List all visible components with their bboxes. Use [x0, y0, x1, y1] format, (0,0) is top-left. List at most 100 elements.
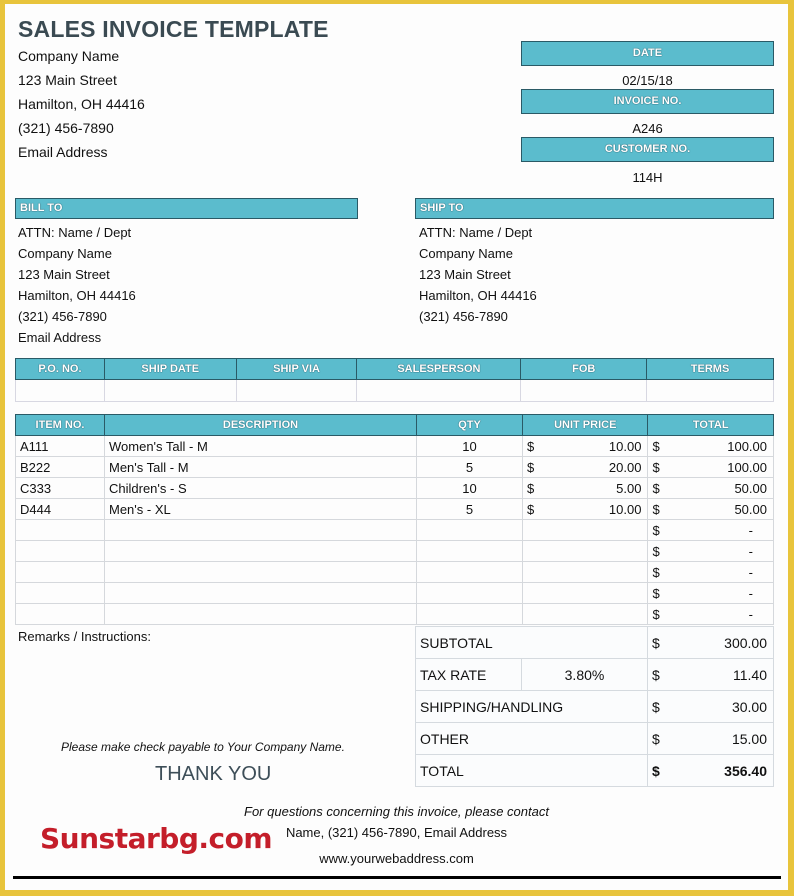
unit-price-cell[interactable]	[542, 561, 649, 583]
line-total-cell: 100.00	[667, 456, 774, 478]
company-phone: (321) 456-7890	[18, 120, 114, 136]
item-no-cell[interactable]: A111	[15, 435, 105, 457]
line-total-cell: 50.00	[667, 498, 774, 520]
fob-cell[interactable]	[520, 379, 648, 402]
ship-to-attn: ATTN: Name / Dept	[419, 225, 533, 240]
col-total: TOTAL	[647, 414, 774, 436]
item-no-cell[interactable]: D444	[15, 498, 105, 520]
total-value: 356.40	[671, 754, 774, 787]
qty-cell[interactable]	[416, 540, 523, 562]
other-value[interactable]: 15.00	[671, 722, 774, 755]
customer-no-value[interactable]: 114H	[521, 170, 774, 185]
description-cell[interactable]: Men's - XL	[104, 498, 417, 520]
item-no-cell[interactable]: C333	[15, 477, 105, 499]
qty-cell[interactable]: 5	[416, 456, 523, 478]
unit-price-cell[interactable]: 5.00	[542, 477, 649, 499]
col-terms: TERMS	[646, 358, 774, 380]
tax-row: TAX RATE 3.80% $ 11.40	[415, 658, 774, 691]
qty-cell[interactable]: 5	[416, 498, 523, 520]
line-total-cell: 50.00	[667, 477, 774, 499]
ship-to-street: 123 Main Street	[419, 267, 511, 282]
ship-via-cell[interactable]	[235, 379, 358, 402]
terms-cell[interactable]	[646, 379, 774, 402]
subtotal-currency: $	[647, 626, 672, 659]
line-items-table: ITEM NO. DESCRIPTION QTY UNIT PRICE TOTA…	[15, 414, 774, 625]
thank-you-text: THANK YOU	[155, 763, 272, 785]
po-no-cell[interactable]	[15, 379, 105, 402]
subtotal-label: SUBTOTAL	[415, 626, 648, 659]
unit-price-cell[interactable]: 20.00	[542, 456, 649, 478]
line-total-currency: $	[647, 519, 668, 541]
ship-to-phone: (321) 456-7890	[419, 309, 508, 324]
item-no-cell[interactable]	[15, 561, 105, 583]
invoice-no-value[interactable]: A246	[521, 121, 774, 136]
col-unit-price: UNIT PRICE	[521, 414, 649, 436]
unit-price-currency	[522, 603, 543, 625]
col-fob: FOB	[520, 358, 648, 380]
description-cell[interactable]: Men's Tall - M	[104, 456, 417, 478]
line-total-currency: $	[647, 456, 668, 478]
unit-price-cell[interactable]: 10.00	[542, 498, 649, 520]
bill-to-city: Hamilton, OH 44416	[18, 288, 136, 303]
unit-price-currency	[522, 519, 543, 541]
col-salesperson: SALESPERSON	[356, 358, 522, 380]
totals-table: SUBTOTAL $ 300.00 TAX RATE 3.80% $ 11.40…	[415, 626, 774, 787]
shipping-value[interactable]: 30.00	[671, 690, 774, 723]
bill-to-header: BILL TO	[15, 198, 358, 219]
subtotal-value: 300.00	[671, 626, 774, 659]
ship-to-block: ATTN: Name / Dept Company Name 123 Main …	[419, 222, 537, 327]
unit-price-currency: $	[522, 498, 543, 520]
description-cell[interactable]	[104, 519, 417, 541]
qty-cell[interactable]	[416, 582, 523, 604]
company-email: Email Address	[18, 144, 108, 160]
line-total-currency: $	[647, 603, 668, 625]
footer-divider	[13, 876, 781, 879]
unit-price-currency	[522, 561, 543, 583]
col-qty: QTY	[416, 414, 523, 436]
line-total-currency: $	[647, 561, 668, 583]
other-currency: $	[647, 722, 672, 755]
unit-price-cell[interactable]	[542, 540, 649, 562]
bill-to-phone: (321) 456-7890	[18, 309, 107, 324]
unit-price-currency	[522, 582, 543, 604]
other-row: OTHER $ 15.00	[415, 722, 774, 755]
description-cell[interactable]	[104, 561, 417, 583]
item-no-cell[interactable]	[15, 582, 105, 604]
unit-price-cell[interactable]	[542, 582, 649, 604]
item-no-cell[interactable]	[15, 540, 105, 562]
table-row: D444 Men's - XL 5 $10.00 $50.00	[15, 498, 774, 520]
description-cell[interactable]: Women's Tall - M	[104, 435, 417, 457]
total-currency: $	[647, 754, 672, 787]
line-total-currency: $	[647, 435, 668, 457]
unit-price-cell[interactable]: 10.00	[542, 435, 649, 457]
description-cell[interactable]	[104, 582, 417, 604]
qty-cell[interactable]	[416, 519, 523, 541]
subtotal-row: SUBTOTAL $ 300.00	[415, 626, 774, 659]
qty-cell[interactable]	[416, 603, 523, 625]
date-value[interactable]: 02/15/18	[521, 73, 774, 88]
item-no-cell[interactable]: B222	[15, 456, 105, 478]
col-ship-via: SHIP VIA	[235, 358, 358, 380]
item-no-cell[interactable]	[15, 519, 105, 541]
qty-cell[interactable]: 10	[416, 435, 523, 457]
company-block: Company Name 123 Main Street Hamilton, O…	[18, 44, 145, 164]
unit-price-currency: $	[522, 477, 543, 499]
description-cell[interactable]	[104, 540, 417, 562]
table-row: B222 Men's Tall - M 5 $20.00 $100.00	[15, 456, 774, 478]
check-payable-note: Please make check payable to Your Compan…	[61, 740, 345, 754]
shipping-label: SHIPPING/HANDLING	[415, 690, 648, 723]
watermark-logo: Sunstarbg.com	[40, 822, 273, 855]
description-cell[interactable]: Children's - S	[104, 477, 417, 499]
qty-cell[interactable]	[416, 561, 523, 583]
unit-price-cell[interactable]	[542, 603, 649, 625]
unit-price-currency: $	[522, 435, 543, 457]
item-no-cell[interactable]	[15, 603, 105, 625]
bill-to-street: 123 Main Street	[18, 267, 110, 282]
tax-rate-value[interactable]: 3.80%	[521, 658, 648, 691]
salesperson-cell[interactable]	[356, 379, 522, 402]
company-street: 123 Main Street	[18, 72, 117, 88]
unit-price-cell[interactable]	[542, 519, 649, 541]
qty-cell[interactable]: 10	[416, 477, 523, 499]
description-cell[interactable]	[104, 603, 417, 625]
ship-date-cell[interactable]	[103, 379, 237, 402]
